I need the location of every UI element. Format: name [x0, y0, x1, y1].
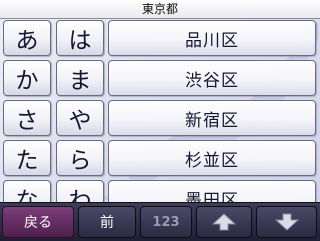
scroll-down-button[interactable] [256, 206, 317, 238]
bottom-toolbar: 戻る 前 123 [0, 202, 320, 241]
kana-key-ma[interactable]: ま [56, 60, 104, 96]
back-button[interactable]: 戻る [2, 206, 74, 238]
list-item[interactable]: 渋谷区 [108, 60, 316, 96]
numeric-mode-label: 123 [152, 214, 180, 230]
kana-key-ha[interactable]: は [56, 20, 104, 56]
ward-list: 品川区 渋谷区 新宿区 杉並区 墨田区 [108, 20, 316, 216]
prev-button[interactable]: 前 [78, 206, 136, 238]
list-item[interactable]: 新宿区 [108, 100, 316, 136]
kana-key-ra[interactable]: ら [56, 140, 104, 176]
scroll-up-button[interactable] [196, 206, 252, 238]
kana-key-sa[interactable]: さ [3, 100, 51, 136]
title-bar: 東京都 [0, 0, 320, 19]
prev-button-label: 前 [100, 215, 114, 231]
kana-key-ta[interactable]: た [3, 140, 51, 176]
list-item[interactable]: 杉並区 [108, 140, 316, 176]
kana-key-ya[interactable]: や [56, 100, 104, 136]
page-title: 東京都 [141, 2, 178, 16]
kana-keypad: あ は か ま さ や た ら な わ [3, 20, 104, 216]
list-item[interactable]: 品川区 [108, 20, 316, 56]
arrow-up-icon [211, 213, 237, 231]
arrow-down-icon [274, 213, 299, 231]
kana-key-ka[interactable]: か [3, 60, 51, 96]
numeric-mode-button[interactable]: 123 [140, 206, 192, 238]
kana-key-a[interactable]: あ [3, 20, 51, 56]
back-button-label: 戻る [24, 215, 52, 231]
